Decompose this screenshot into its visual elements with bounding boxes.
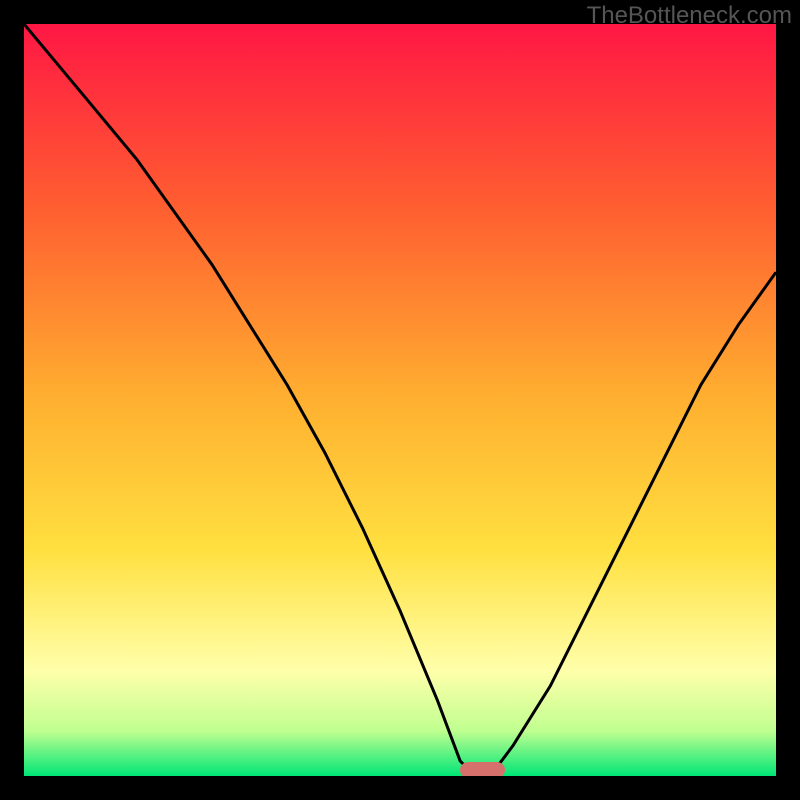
optimal-range-marker <box>460 762 505 776</box>
plot-area <box>24 24 776 776</box>
gradient-background <box>24 24 776 776</box>
plot-svg <box>24 24 776 776</box>
chart-frame: TheBottleneck.com <box>0 0 800 800</box>
watermark-text: TheBottleneck.com <box>587 2 792 30</box>
